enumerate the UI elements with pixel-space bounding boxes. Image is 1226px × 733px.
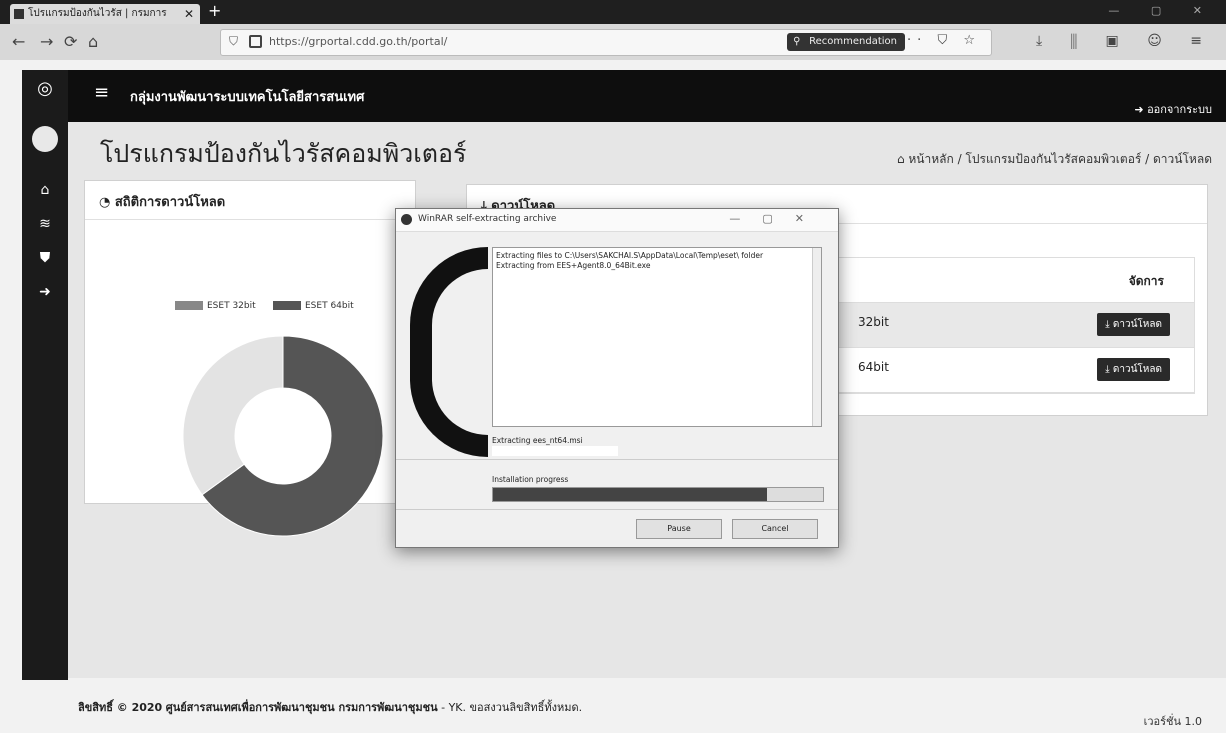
logout-icon: ➜ <box>1134 103 1148 116</box>
toolbar-icons[interactable]: ⤓ ⫼ ▣ ☺ ≡ <box>1036 33 1214 49</box>
menu-icon[interactable]: ≡ <box>94 82 109 103</box>
legend-item-64bit[interactable]: ESET 64bit <box>273 301 354 311</box>
winrar-dialog: WinRAR self-extracting archive —▢✕ Extra… <box>395 208 839 548</box>
recommendation-button[interactable]: ⚲ Recommendation <box>787 33 905 51</box>
download-btn-label: ดาวน์โหลด <box>1112 364 1162 375</box>
back-icon[interactable]: ← <box>12 32 25 51</box>
avatar[interactable] <box>32 126 58 152</box>
pie-chart-icon: ◔ <box>99 195 115 210</box>
logo-icon: ◎ <box>37 78 53 99</box>
home-crumb-icon: ⌂ <box>896 152 909 166</box>
breadcrumb[interactable]: ⌂ หน้าหลัก / โปรแกรมป้องกันไวรัสคอมพิวเต… <box>897 150 1212 169</box>
pause-button[interactable]: Pause <box>636 519 722 539</box>
url-text[interactable]: https://grportal.cdd.go.th/portal/ <box>269 35 447 48</box>
log-line: Extracting from EES+Agent8.0_64Bit.exe <box>496 261 651 270</box>
progress-bar <box>492 487 824 502</box>
dialog-title: WinRAR self-extracting archive <box>418 214 557 224</box>
winrar-icon <box>401 214 412 225</box>
card-divider <box>85 219 415 220</box>
app-header: ≡ กลุ่มงานพัฒนาระบบเทคโนโลยีสารสนเทศ ➜ อ… <box>68 70 1226 122</box>
log-scrollbar[interactable] <box>812 248 821 426</box>
lock-icon <box>249 35 262 48</box>
sidebar: ◎ ⌂ ≋ ⛊ ➜ <box>22 70 68 680</box>
address-bar[interactable]: ⛉ https://grportal.cdd.go.th/portal/ ⚲ R… <box>220 29 992 56</box>
legend-label-32bit: ESET 32bit <box>207 301 256 311</box>
dialog-titlebar[interactable]: WinRAR self-extracting archive —▢✕ <box>396 209 838 232</box>
browser-nav-bar: ← → ⟳ ⌂ ⛉ https://grportal.cdd.go.th/por… <box>0 24 1226 60</box>
legend-swatch-64bit <box>273 301 301 310</box>
close-tab-icon[interactable]: ✕ <box>184 4 194 24</box>
org-link[interactable]: ศูนย์สารสนเทศเพื่อการพัฒนาชุมชน กรมการพั… <box>166 701 438 714</box>
donut-slice-eset-32bit[interactable] <box>182 335 284 496</box>
legend-label-64bit: ESET 64bit <box>305 301 354 311</box>
action-header: จัดการ <box>1128 274 1164 288</box>
home-nav-icon[interactable]: ⌂ <box>22 182 68 198</box>
shield-icon: ⛉ <box>229 34 239 48</box>
stats-card: ◔ สถิติการดาวน์โหลด ESET 32bit ESET 64bi… <box>84 180 416 537</box>
download-btn-icon: ⤓ <box>1105 364 1110 375</box>
reload-icon[interactable]: ⟳ <box>64 32 77 51</box>
browser-tab-bar: โปรแกรมป้องกันไวรัส | กรมการ ✕ + — ▢ ✕ <box>0 0 1226 24</box>
divider <box>396 509 838 510</box>
page-title: โปรแกรมป้องกันไวรัสคอมพิวเตอร์ <box>100 139 467 168</box>
stats-card-title: ◔ สถิติการดาวน์โหลด <box>99 191 225 212</box>
site-title: กลุ่มงานพัฒนาระบบเทคโนโลยีสารสนเทศ <box>130 90 365 105</box>
page-action-icons[interactable]: ··· ⛉ ☆ <box>897 33 981 48</box>
copyright: ลิขสิทธิ์ © 2020 <box>78 701 163 714</box>
new-tab-button[interactable]: + <box>208 1 221 20</box>
logout-label: ออกจากระบบ <box>1147 103 1212 116</box>
status-field <box>492 446 618 456</box>
log-line: Extracting files to C:\Users\SAKCHAI.S\A… <box>496 251 764 260</box>
recommendation-icon: ⚲ <box>793 36 801 47</box>
breadcrumb-text[interactable]: หน้าหลัก / โปรแกรมป้องกันไวรัสคอมพิวเตอร… <box>908 152 1212 166</box>
dialog-window-controls[interactable]: —▢✕ <box>729 212 826 225</box>
version-label: เวอร์ชั่น 1.0 <box>1143 715 1202 728</box>
row-name: 64bit <box>858 360 889 374</box>
download-button-32bit[interactable]: ⤓ ดาวน์โหลด <box>1097 313 1170 336</box>
signout-nav-icon[interactable]: ➜ <box>22 284 68 300</box>
download-btn-icon: ⤓ <box>1105 319 1110 330</box>
legend-swatch-32bit <box>175 301 203 310</box>
footer: ลิขสิทธิ์ © 2020 ศูนย์สารสนเทศเพื่อการพั… <box>78 698 582 716</box>
download-btn-label: ดาวน์โหลด <box>1112 319 1162 330</box>
legend-item-32bit[interactable]: ESET 32bit <box>175 301 256 311</box>
donut-chart <box>182 335 384 537</box>
download-button-64bit[interactable]: ⤓ ดาวน์โหลด <box>1097 358 1170 381</box>
stats-title-text: สถิติการดาวน์โหลด <box>114 195 226 210</box>
window-controls[interactable]: — ▢ ✕ <box>1108 4 1216 17</box>
copyright-suffix: - YK. ขอสงวนลิขสิทธิ์ทั้งหมด. <box>441 701 583 714</box>
eset-logo <box>410 247 488 457</box>
recommendation-label: Recommendation <box>809 36 897 47</box>
favicon-icon <box>14 9 24 19</box>
divider <box>396 459 838 460</box>
home-icon[interactable]: ⌂ <box>88 32 98 51</box>
extract-status: Extracting ees_nt64.msi <box>492 436 583 445</box>
browser-tab[interactable]: โปรแกรมป้องกันไวรัส | กรมการ ✕ <box>10 4 200 24</box>
database-nav-icon[interactable]: ≋ <box>22 216 68 232</box>
progress-fill <box>493 488 767 501</box>
shield-nav-icon[interactable]: ⛊ <box>22 250 68 266</box>
tab-title: โปรแกรมป้องกันไวรัส | กรมการ <box>28 8 167 19</box>
logout-link[interactable]: ➜ ออกจากระบบ <box>1134 100 1212 118</box>
extraction-log: Extracting files to C:\Users\SAKCHAI.S\A… <box>492 247 822 427</box>
row-name: 32bit <box>858 315 889 329</box>
cancel-button[interactable]: Cancel <box>732 519 818 539</box>
forward-icon[interactable]: → <box>40 32 53 51</box>
progress-label: Installation progress <box>492 475 569 484</box>
